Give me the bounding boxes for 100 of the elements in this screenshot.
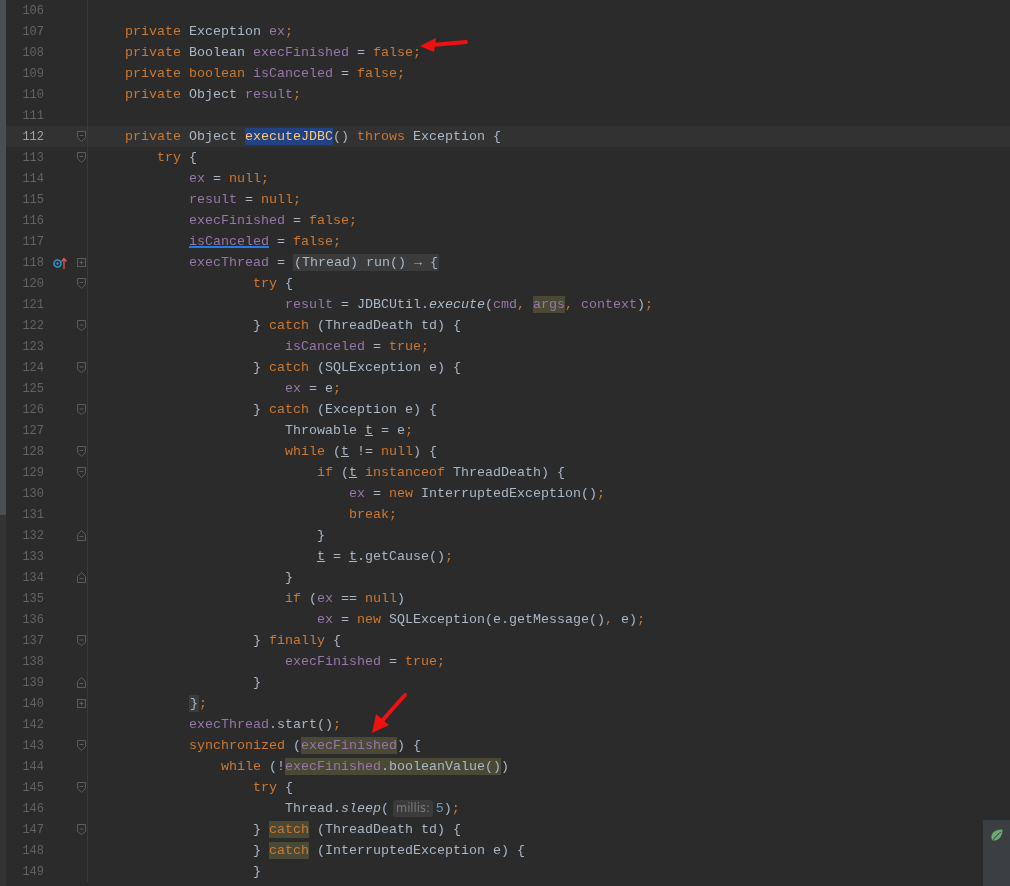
line-number: 138 [21,654,44,669]
code-line: } finally { [251,632,341,650]
line-number: 129 [21,465,44,480]
line-number: 118 [21,255,44,270]
line-number: 135 [21,591,44,606]
code-line: if (t instanceof ThreadDeath) { [315,464,565,482]
code-line: if (ex == null) [283,590,405,608]
line-number: 148 [21,843,44,858]
code-line: execThread.start(); [188,716,341,734]
line-number: 146 [21,801,44,816]
line-number: 133 [21,549,44,564]
fold-icon[interactable] [77,467,86,478]
line-number: 115 [21,192,44,207]
line-number: 124 [21,360,44,375]
line-number: 136 [21,612,44,627]
code-line: } [283,569,293,587]
fold-icon[interactable] [77,530,86,541]
code-line: result = JDBCUtil.execute(cmd, args, context); [283,295,653,315]
code-line: private Object executeJDBC() throws Exception { [124,127,501,147]
expand-icon[interactable] [77,699,86,708]
code-line: ex = e; [283,380,341,398]
code-line: ex = null; [188,170,269,188]
line-number: 107 [21,24,44,39]
line-number: 139 [21,675,44,690]
fold-icon[interactable] [77,320,86,331]
code-line: } catch (ThreadDeath td) { [251,317,461,335]
code-line: } catch (Exception e) { [251,401,437,419]
line-number: 140 [21,696,44,711]
code-line: } [315,527,325,545]
line-number: 120 [21,276,44,291]
code-line: while (t != null) { [283,443,437,461]
line-number: 134 [21,570,44,585]
line-number: 113 [21,150,44,165]
fold-icon[interactable] [77,572,86,583]
code-line: } catch (SQLException e) { [251,359,461,377]
line-number: 111 [21,108,44,123]
code-line: execFinished = false; [188,212,357,230]
code-line: }; [187,694,207,714]
fold-icon[interactable] [77,635,86,646]
expand-icon[interactable] [77,258,86,267]
code-line: t = t.getCause(); [315,548,453,566]
code-line: private Boolean execFinished = false; [124,44,421,62]
line-number: 127 [21,423,44,438]
code-line: Thread.sleep( millis: 5); [283,799,460,819]
code-line: } catch (InterruptedException e) { [251,841,525,861]
line-number: 109 [21,66,44,81]
line-number: 110 [21,87,44,102]
line-number: 132 [21,528,44,543]
code-line: ex = new InterruptedException(); [347,485,605,503]
line-number: 122 [21,318,44,333]
line-number: 114 [21,171,44,186]
code-line: try { [251,779,293,797]
line-number: 142 [21,717,44,732]
fold-icon[interactable] [77,152,86,163]
code-line: private Object result; [124,86,301,104]
line-number: 144 [21,759,44,774]
code-line: isCanceled = true; [283,338,429,356]
fold-icon[interactable] [77,824,86,835]
line-number: 137 [21,633,44,648]
code-line: execFinished = true; [283,653,445,671]
code-line: Throwable t = e; [283,422,413,440]
line-number: 126 [21,402,44,417]
fold-icon[interactable] [77,740,86,751]
line-number: 108 [21,45,44,60]
line-number: 106 [21,3,44,18]
line-number: 143 [21,738,44,753]
arrow-annotation [372,693,407,733]
line-number: 149 [21,864,44,879]
line-number: 147 [21,822,44,837]
fold-icon[interactable] [77,362,86,373]
code-line: break; [347,506,397,524]
fold-icon[interactable] [77,677,86,688]
fold-icon[interactable] [77,446,86,457]
code-line: } [251,863,261,881]
leaf-icon[interactable] [989,828,1004,842]
line-number: 131 [21,507,44,522]
line-number: 125 [21,381,44,396]
line-number: 112 [21,129,44,144]
code-line: } [251,674,261,692]
code-line: ex = new SQLException(e.getMessage(), e); [315,611,645,629]
code-line: execThread = (Thread) run() → { [188,253,439,273]
line-number: 130 [21,486,44,501]
scrollbar-thumb[interactable] [0,0,6,515]
override-icon[interactable] [53,256,67,269]
line-number: 123 [21,339,44,354]
line-number: 117 [21,234,44,249]
code-line: } catch (ThreadDeath td) { [251,820,461,840]
code-line: result = null; [188,191,301,209]
line-number: 116 [21,213,44,228]
line-number: 121 [21,297,44,312]
code-line: synchronized (execFinished) { [188,736,421,756]
fold-icon[interactable] [77,404,86,415]
fold-icon[interactable] [77,278,86,289]
code-line: private boolean isCanceled = false; [124,65,405,83]
fold-icon[interactable] [77,131,86,142]
fold-icon[interactable] [77,782,86,793]
arrow-annotation [420,38,468,52]
code-line: try { [156,149,197,167]
line-number: 128 [21,444,44,459]
code-line: try { [251,275,293,293]
